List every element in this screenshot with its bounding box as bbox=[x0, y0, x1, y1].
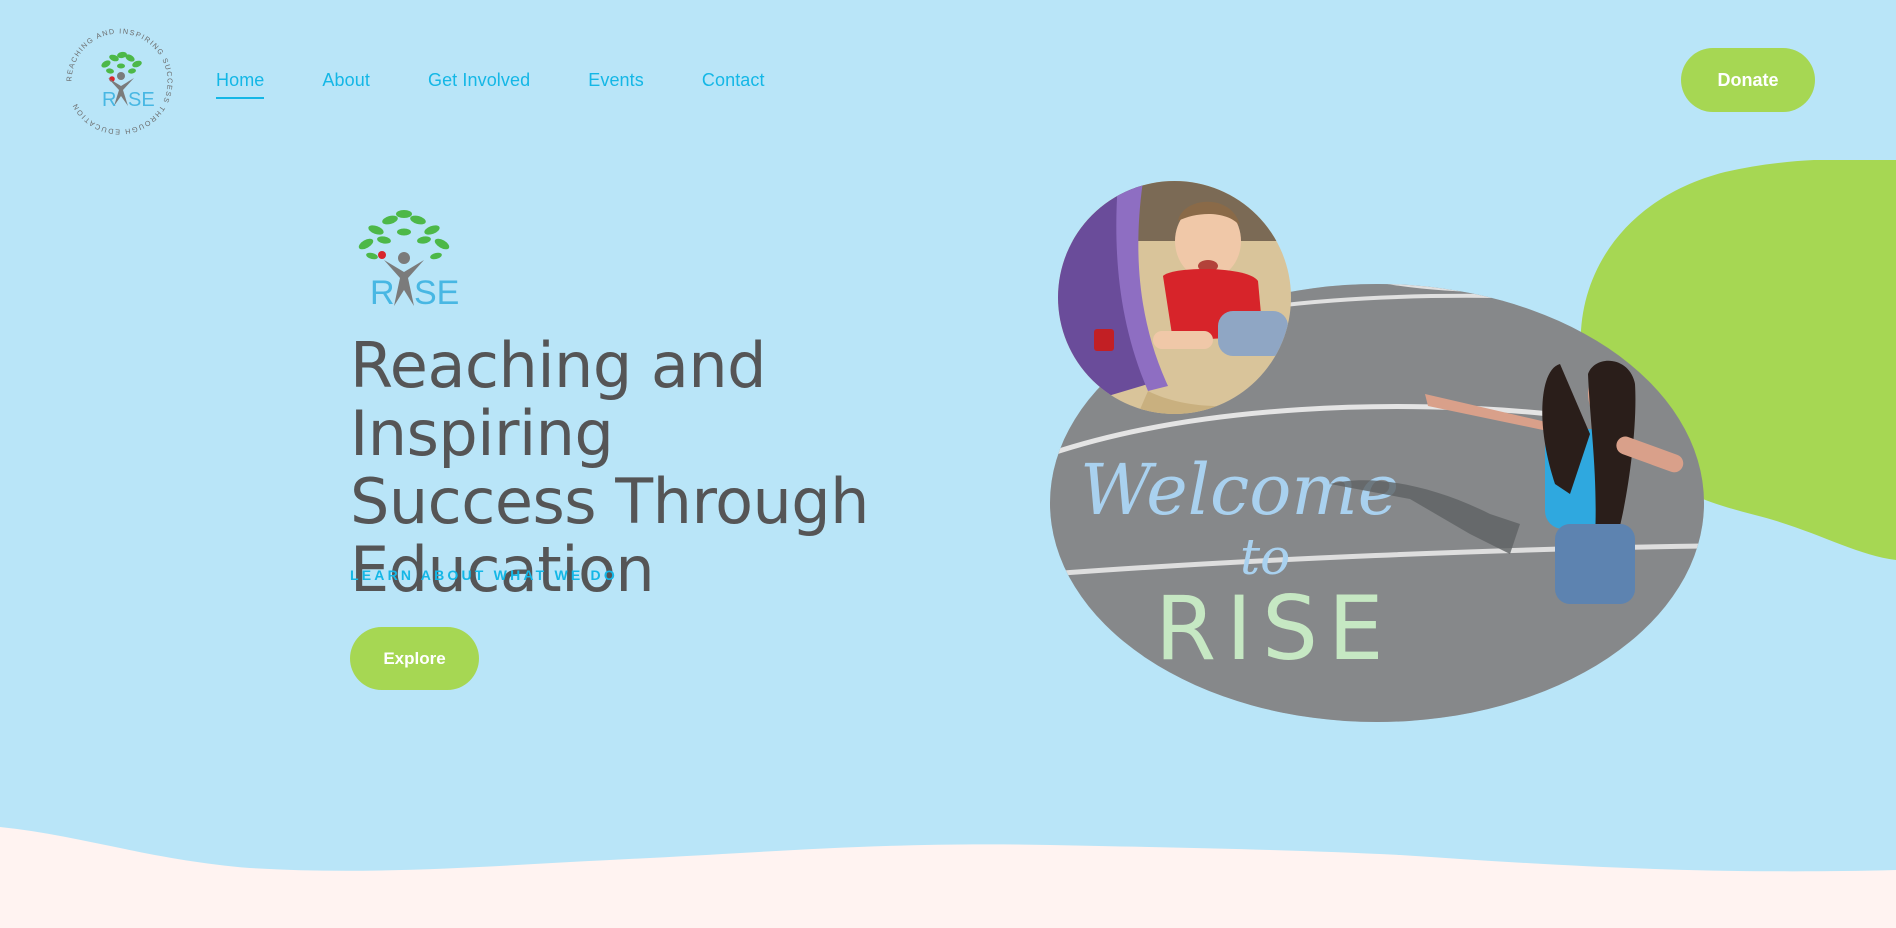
nav-get-involved[interactable]: Get Involved bbox=[428, 70, 530, 99]
nav-contact[interactable]: Contact bbox=[702, 70, 765, 99]
svg-text:Welcome: Welcome bbox=[1080, 449, 1399, 531]
nav-events[interactable]: Events bbox=[588, 70, 644, 99]
donate-button[interactable]: Donate bbox=[1681, 48, 1815, 112]
explore-button[interactable]: Explore bbox=[350, 627, 479, 690]
bottom-wave-divider bbox=[0, 827, 1896, 928]
hero-headline: Reaching and Inspiring Success Through E… bbox=[350, 332, 1030, 604]
tree-person-logo-icon: R SE bbox=[358, 210, 459, 312]
headline-line-1: Reaching and Inspiring bbox=[350, 329, 767, 470]
rise-circle-logo-icon: REACHING AND INSPIRING SUCCESS THROUGH E… bbox=[64, 26, 174, 136]
svg-text:R: R bbox=[102, 89, 116, 111]
learn-about-link[interactable]: LEARN ABOUT WHAT WE DO bbox=[350, 567, 618, 583]
nav-about[interactable]: About bbox=[322, 70, 370, 99]
svg-text:REACHING AND INSPIRING SUCCESS: REACHING AND INSPIRING SUCCESS THROUGH E… bbox=[64, 26, 174, 136]
site-logo[interactable]: REACHING AND INSPIRING SUCCESS THROUGH E… bbox=[62, 24, 177, 139]
svg-text:SE: SE bbox=[414, 274, 459, 312]
main-nav: Home About Get Involved Events Contact bbox=[216, 70, 823, 99]
svg-text:RISE: RISE bbox=[1155, 577, 1394, 680]
toddler-photo bbox=[1058, 181, 1291, 414]
svg-text:SE: SE bbox=[128, 89, 155, 111]
svg-text:R: R bbox=[370, 274, 395, 312]
nav-home[interactable]: Home bbox=[216, 70, 265, 99]
headline-line-2: Success Through bbox=[350, 465, 869, 538]
hero-logo: R SE bbox=[348, 204, 460, 312]
